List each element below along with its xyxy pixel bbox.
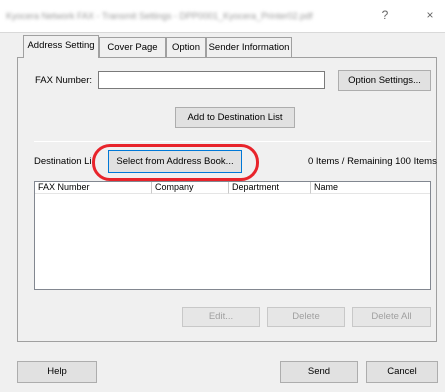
tab-sender-information[interactable]: Sender Information bbox=[206, 37, 292, 57]
option-settings-button[interactable]: Option Settings... bbox=[338, 70, 431, 91]
column-header-fax-number[interactable]: FAX Number bbox=[35, 182, 152, 194]
send-button[interactable]: Send bbox=[280, 361, 358, 383]
separator bbox=[34, 141, 431, 142]
tab-address-setting[interactable]: Address Setting bbox=[23, 35, 99, 58]
fax-number-label: FAX Number: bbox=[35, 75, 93, 86]
window-title: Kyocera Network FAX - Transmit Settings … bbox=[6, 11, 313, 21]
help-button[interactable]: Help bbox=[17, 361, 97, 383]
fax-number-input[interactable] bbox=[98, 71, 325, 89]
column-header-name[interactable]: Name bbox=[311, 182, 430, 194]
cancel-button[interactable]: Cancel bbox=[366, 361, 438, 383]
highlight-circle bbox=[92, 144, 259, 181]
tab-option[interactable]: Option bbox=[166, 37, 206, 57]
edit-button[interactable]: Edit... bbox=[182, 307, 260, 327]
destination-list-label: Destination Li bbox=[34, 156, 92, 167]
destination-list[interactable]: FAX Number Company Department Name bbox=[34, 181, 431, 290]
add-to-destination-list-button[interactable]: Add to Destination List bbox=[175, 107, 295, 128]
column-header-department[interactable]: Department bbox=[229, 182, 311, 194]
tab-cover-page[interactable]: Cover Page bbox=[99, 37, 166, 57]
delete-all-button[interactable]: Delete All bbox=[352, 307, 431, 327]
help-icon[interactable]: ? bbox=[376, 7, 394, 23]
close-icon[interactable]: × bbox=[421, 7, 439, 23]
destination-count-status: 0 Items / Remaining 100 Items bbox=[308, 156, 437, 167]
delete-button[interactable]: Delete bbox=[267, 307, 345, 327]
column-header-company[interactable]: Company bbox=[152, 182, 229, 194]
